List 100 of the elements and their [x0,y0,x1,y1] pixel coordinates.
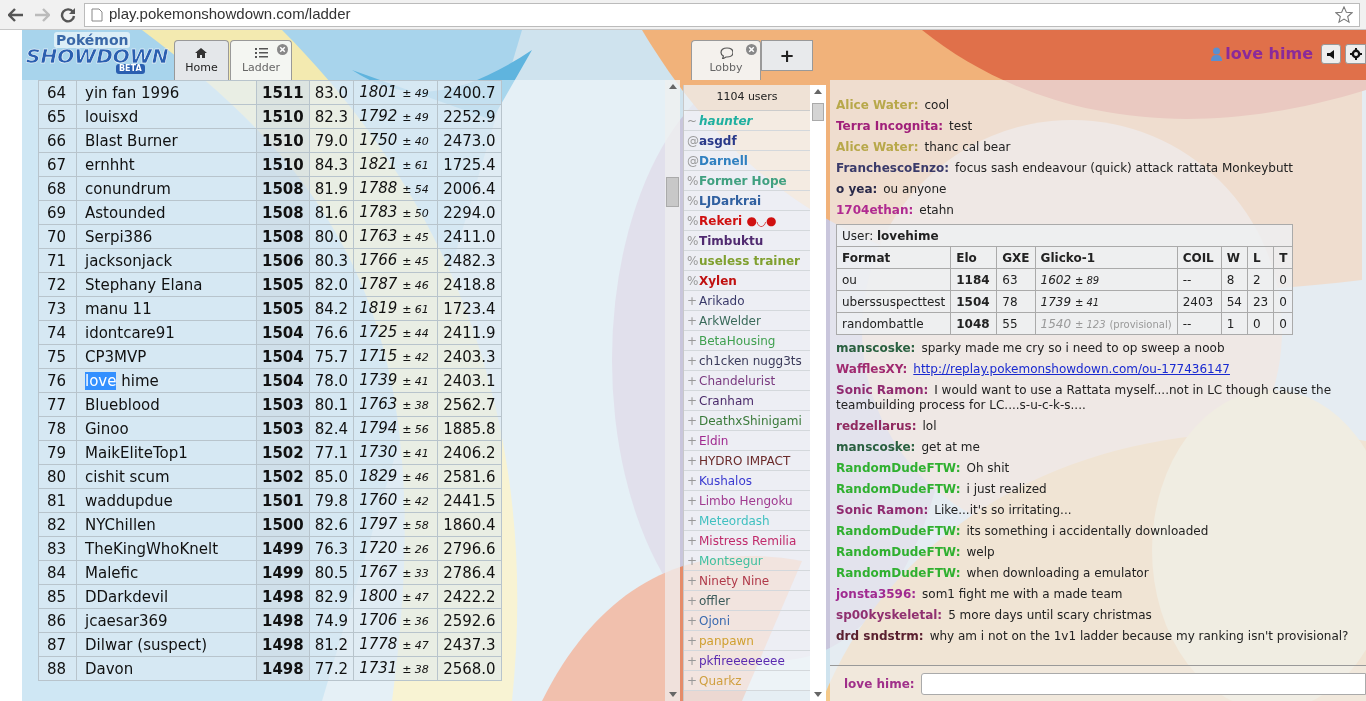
gxe-cell: 84.2 [309,296,354,321]
back-icon[interactable] [8,7,24,22]
user-list-item[interactable]: %LJDarkrai [684,191,810,211]
gxe-cell: 78.0 [309,368,354,393]
star-icon[interactable] [1335,5,1353,24]
user-list-item[interactable]: + Eldin [684,431,810,451]
user-list-item[interactable]: + ArkWelder [684,311,810,331]
elo-cell: 1510 [256,104,310,129]
scroll-down-icon[interactable] [668,692,677,697]
rank-cell: 84 [38,560,77,585]
chat-message: RandomDudeFTW: welp [836,544,996,561]
rank-cell: 71 [38,248,77,273]
user-list-item[interactable]: + DeathxShinigami [684,411,810,431]
chat-message: WafflesXY: http://replay.pokemonshowdown.com/ou-177436147 [836,361,1231,378]
coil-cell: 1860.4 [437,512,502,537]
user-list-item[interactable]: + offler [684,591,810,611]
glicko-cell: 1801 ± 49 [353,80,438,105]
user-list-item[interactable]: + Ninety Nine [684,571,810,591]
format-cell: uberssuspecttest [836,290,951,313]
glicko-cell: 1715 ± 42 [353,344,438,369]
glicko-cell: 1763 ± 38 [353,392,438,417]
name-cell: NYChillen [76,512,257,537]
coil-cell: 2437.3 [437,632,502,657]
user-list-item[interactable]: + Ojoni [684,611,810,631]
gxe-cell: 78 [996,290,1036,313]
name-cell: idontcare91 [76,320,257,345]
gxe-cell: 80.5 [309,560,354,585]
name-cell: Malefic [76,560,257,585]
scroll-up-icon[interactable] [814,89,822,94]
reload-icon[interactable] [60,6,76,23]
new-room-button[interactable]: + [761,40,813,71]
gxe-cell: 82.3 [309,104,354,129]
scrollbar-thumb[interactable] [812,103,824,121]
user-list-item[interactable]: + Cranham [684,391,810,411]
tab[interactable]: Ladder [230,40,292,80]
user-list-item[interactable]: + BetaHousing [684,331,810,351]
user-list-item[interactable]: %Timbuktu [684,231,810,251]
scrollbar[interactable] [810,85,826,701]
column-header: Elo [950,246,997,269]
rank-cell: 73 [38,296,77,321]
name-cell: love hime [76,368,257,393]
rank-cell: 70 [38,224,77,249]
user-list-item[interactable]: %Rekeri ●◡● [684,211,810,231]
elo-cell: 1505 [256,272,310,297]
settings-button[interactable] [1345,44,1366,64]
close-icon[interactable] [277,44,288,55]
user-list-item[interactable]: + Mistress Remilia [684,531,810,551]
chat-message: RandomDudeFTW: its something i accidentally downloaded [836,523,1210,540]
user-list-item[interactable]: + ch1cken nugg3ts [684,351,810,371]
gxe-cell: 82.0 [309,272,354,297]
user-list-item[interactable]: + pkfireeeeeeee [684,651,810,671]
column-header: T [1273,246,1293,269]
wins-cell: 54 [1221,290,1248,313]
replay-link[interactable]: http://replay.pokemonshowdown.com/ou-177436147 [913,362,1230,376]
gxe-cell: 76.6 [309,320,354,345]
rank-cell: 78 [38,416,77,441]
coil-cell: 2562.7 [437,392,502,417]
coil-cell: 2252.9 [437,104,502,129]
user-list-item[interactable]: + Kushalos [684,471,810,491]
column-header: GXE [996,246,1036,269]
name-cell: jacksonjack [76,248,257,273]
tab[interactable]: Lobby [691,40,761,80]
chat-message: Alice Water: thanc cal bear [836,139,1012,156]
user-list-item[interactable]: %Former Hope [684,171,810,191]
gxe-cell: 82.9 [309,584,354,609]
user-list-item[interactable]: + Arikado [684,291,810,311]
chat-input[interactable] [920,672,1366,695]
wins-cell: 1 [1221,312,1248,335]
rank-cell: 77 [38,392,77,417]
user-list-item[interactable]: + Limbo Hengoku [684,491,810,511]
coil-cell: 2403 [1177,290,1222,313]
gxe-cell: 85.0 [309,464,354,489]
name-cell: MaikEliteTop1 [76,440,257,465]
wins-cell: 8 [1221,268,1248,291]
glicko-cell: 1763 ± 45 [353,224,438,249]
user-list-item[interactable]: + HYDRO IMPACT [684,451,810,471]
scroll-down-icon[interactable] [814,692,822,697]
coil-cell: 2406.2 [437,440,502,465]
coil-cell: -- [1177,268,1222,291]
elo-cell: 1501 [256,488,310,513]
scrollbar[interactable] [665,80,680,701]
user-list-item[interactable]: @Darnell [684,151,810,171]
user-list-item[interactable]: @asgdf [684,131,810,151]
elo-cell: 1498 [256,656,310,681]
chat-message: 1704ethan: etahn [836,202,955,219]
scroll-up-icon[interactable] [668,84,677,89]
gxe-cell: 79.8 [309,488,354,513]
gxe-cell: 63 [996,268,1036,291]
user-list-item[interactable]: %Xylen [684,271,810,291]
tab[interactable]: Home [174,40,229,80]
elo-cell: 1499 [256,560,310,585]
name-cell: jcaesar369 [76,608,257,633]
scrollbar-thumb[interactable] [666,177,679,207]
user-list-item[interactable]: + Chandelurist [684,371,810,391]
coil-cell: 2422.2 [437,584,502,609]
beta-badge: BETA [116,64,145,74]
mute-button[interactable] [1321,44,1341,64]
close-icon[interactable] [746,44,757,55]
elo-cell: 1048 [950,312,997,335]
name-cell: Blueblood [76,392,257,417]
